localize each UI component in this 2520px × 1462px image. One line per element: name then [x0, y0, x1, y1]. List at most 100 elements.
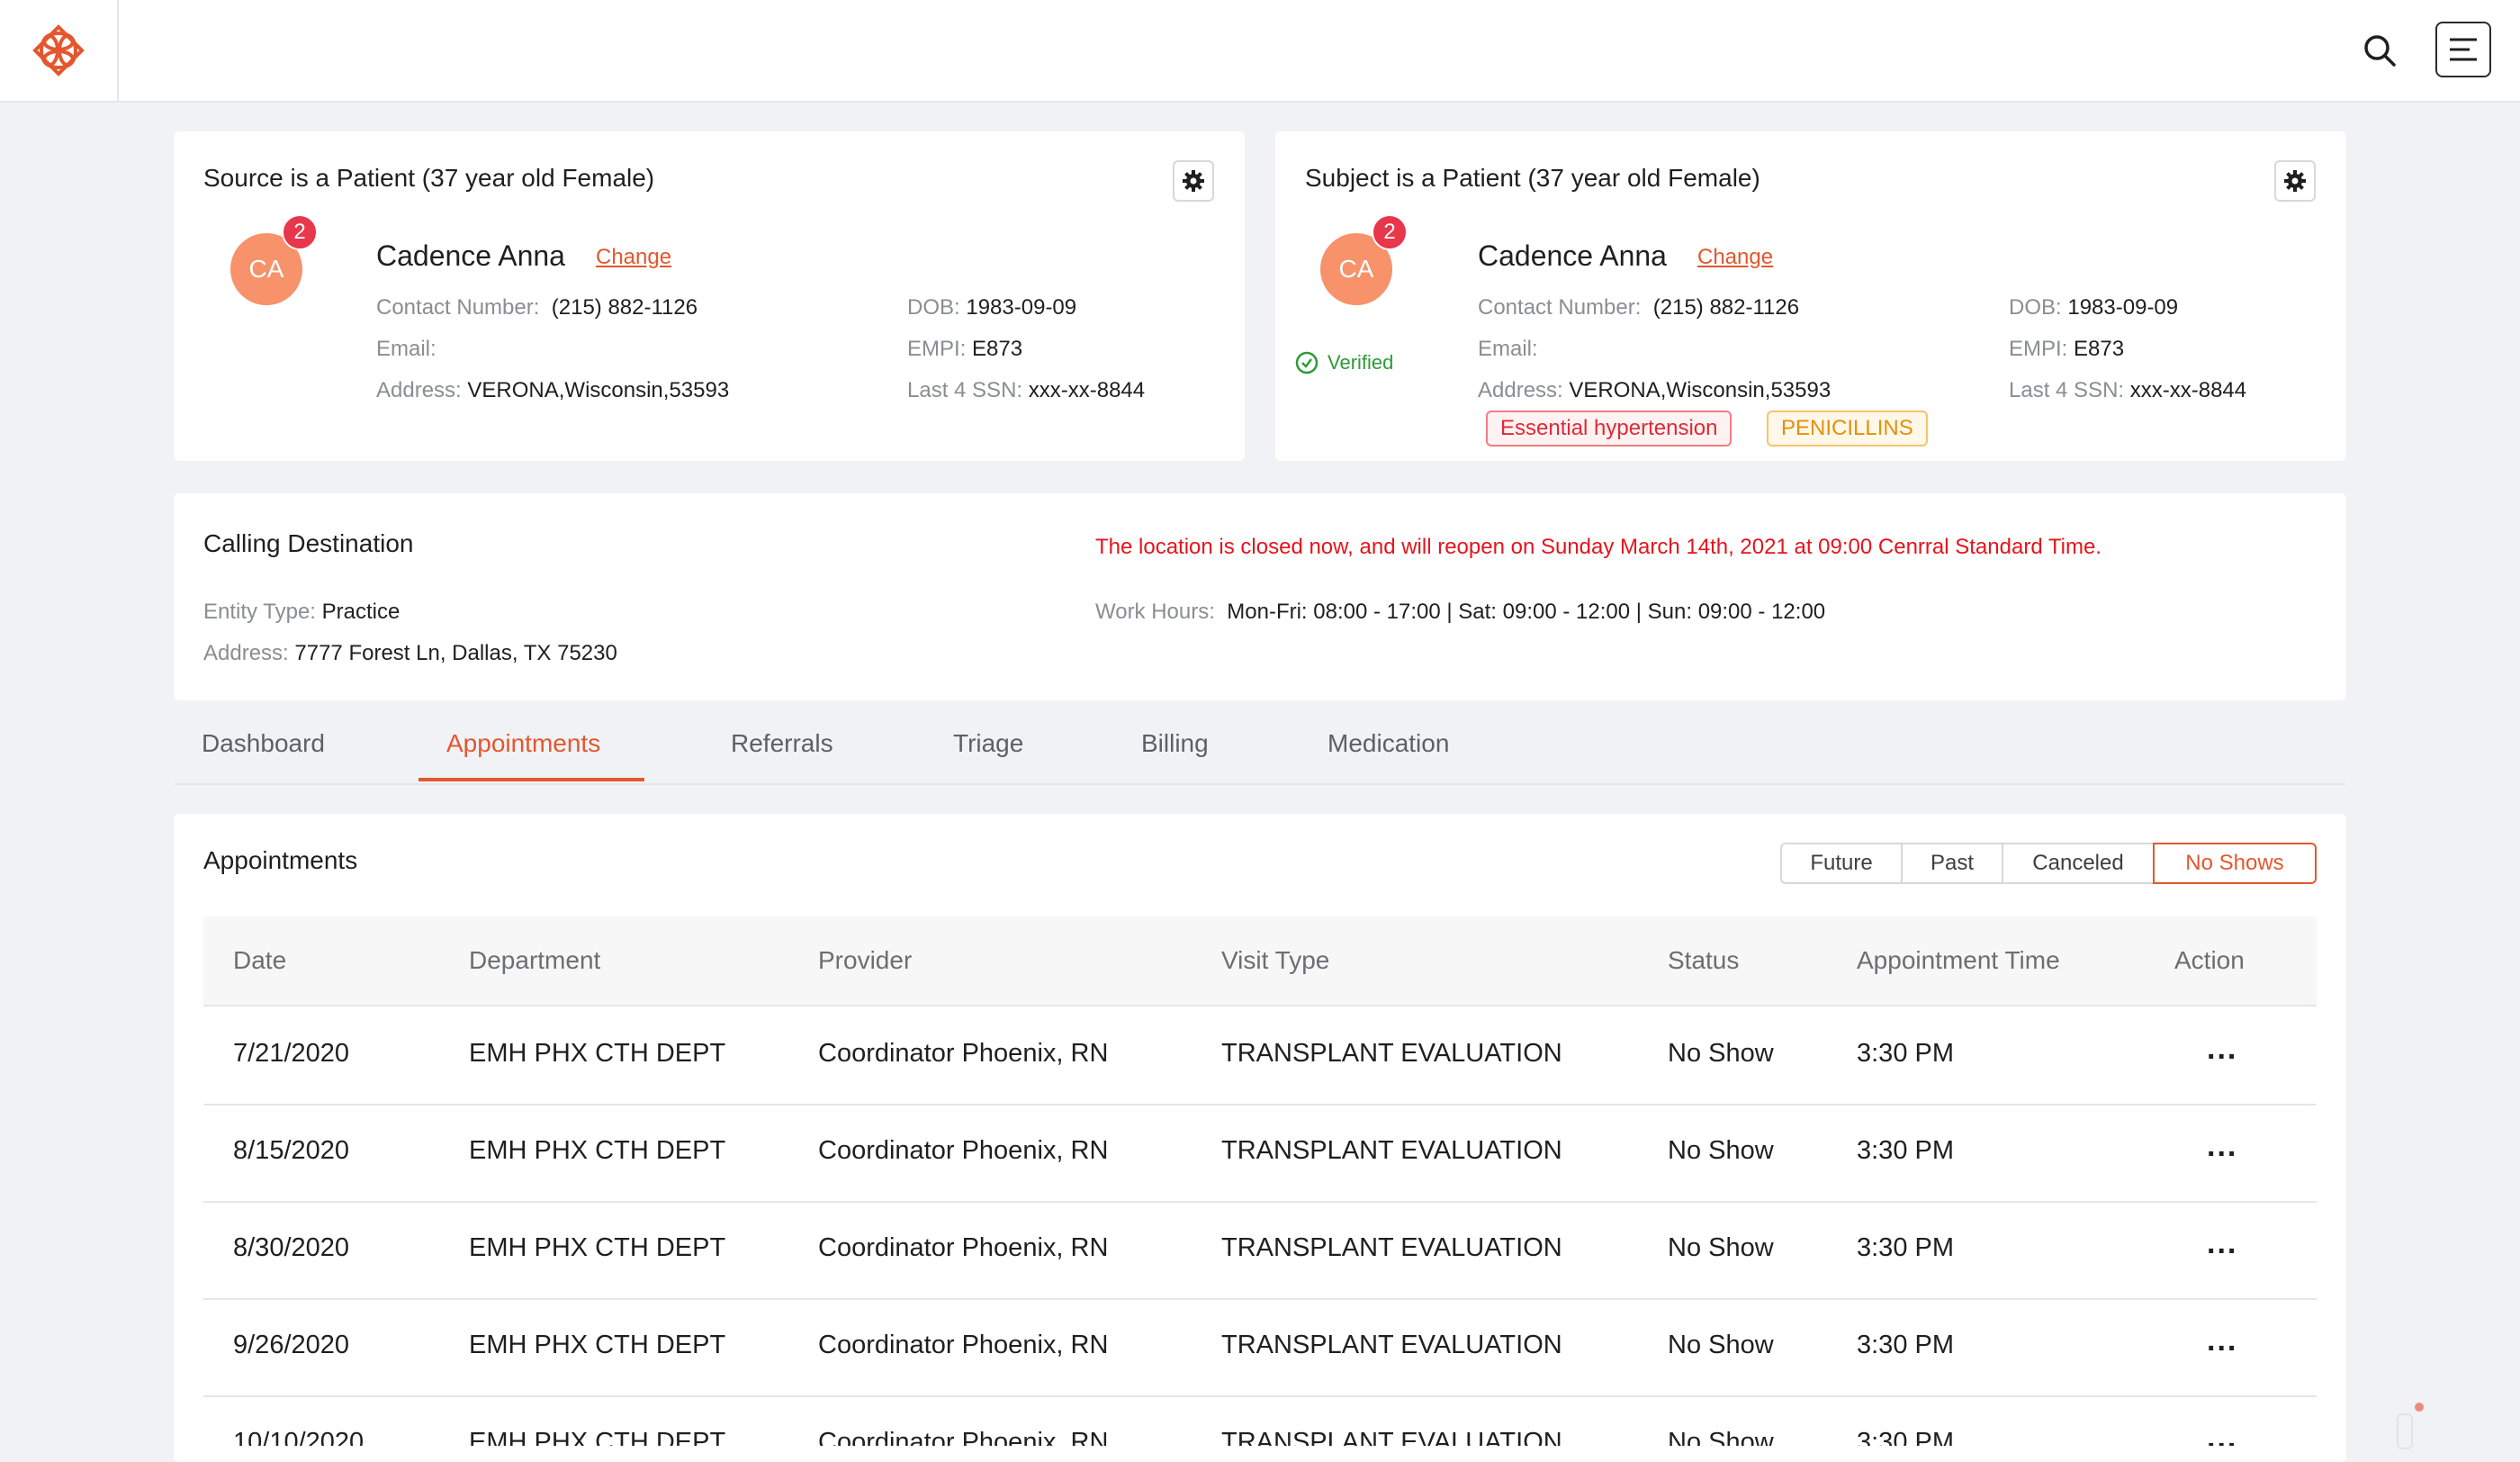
ssn-label: Last 4 SSN:: [907, 378, 1023, 402]
empi-value: E873: [972, 337, 1023, 361]
logo[interactable]: [0, 0, 119, 101]
row-actions-menu[interactable]: ...: [2207, 1129, 2237, 1164]
address-value: VERONA,Wisconsin,53593: [1569, 378, 1832, 402]
contact-number-field: Contact Number: (215) 882-1126: [376, 295, 698, 320]
gear-icon: [2284, 170, 2306, 192]
cell-visit-type: TRANSPLANT EVALUATION: [1221, 1331, 1562, 1359]
destination-address-field: Address: 7777 Forest Ln, Dallas, TX 7523…: [203, 641, 617, 666]
subject-patient-card: Subject is a Patient (37 year old Female…: [1275, 131, 2346, 461]
destination-address-label: Address:: [203, 641, 289, 665]
cell-date: 9/26/2020: [233, 1331, 350, 1359]
source-card-title: Source is a Patient (37 year old Female): [203, 164, 655, 192]
dob-label: DOB:: [2009, 295, 2062, 320]
cell-appointment-time: 3:30 PM: [1857, 1331, 1954, 1359]
table-row[interactable]: 7/21/2020 EMH PHX CTH DEPT Coordinator P…: [203, 1006, 2317, 1106]
search-button[interactable]: [2354, 25, 2405, 76]
email-field: Email:: [376, 337, 436, 362]
cell-appointment-time: 3:30 PM: [1857, 1136, 1954, 1165]
dob-label: DOB:: [907, 295, 960, 320]
tabs-bar: Dashboard Appointments Referrals Triage …: [174, 718, 2346, 785]
column-header-department[interactable]: Department: [469, 946, 600, 975]
column-header-visit-type[interactable]: Visit Type: [1221, 946, 1329, 975]
email-field: Email:: [1478, 337, 1538, 362]
contact-number-label: Contact Number:: [1478, 295, 1642, 320]
cell-provider: Coordinator Phoenix, RN: [818, 1136, 1109, 1165]
column-header-status[interactable]: Status: [1668, 946, 1739, 975]
tab-dashboard[interactable]: Dashboard: [202, 729, 325, 758]
filter-canceled-button[interactable]: Canceled: [2002, 843, 2155, 884]
location-closed-message: The location is closed now, and will reo…: [1095, 535, 2102, 559]
ssn-field: Last 4 SSN: xxx-xx-8844: [907, 378, 1145, 403]
row-actions-menu[interactable]: ...: [2207, 1032, 2237, 1067]
contact-number-value: (215) 882-1126: [1652, 295, 1800, 320]
cell-department: EMH PHX CTH DEPT: [469, 1233, 726, 1262]
calling-destination-card: Calling Destination The location is clos…: [174, 493, 2346, 700]
filter-past-button[interactable]: Past: [1901, 843, 2003, 884]
table-row[interactable]: 9/26/2020 EMH PHX CTH DEPT Coordinator P…: [203, 1298, 2317, 1397]
entity-type-value: Practice: [321, 600, 400, 624]
cell-department: EMH PHX CTH DEPT: [469, 1428, 726, 1446]
filter-no-shows-button[interactable]: No Shows: [2153, 843, 2317, 884]
address-field: Address: VERONA,Wisconsin,53593: [376, 378, 729, 403]
check-circle-icon: [1295, 351, 1318, 375]
patient-name: Cadence Anna: [1478, 239, 1667, 272]
source-patient-card: Source is a Patient (37 year old Female)…: [174, 131, 1245, 461]
cell-date: 7/21/2020: [233, 1039, 350, 1068]
cell-visit-type: TRANSPLANT EVALUATION: [1221, 1233, 1562, 1262]
hamburger-menu-icon: [2450, 38, 2477, 61]
tab-billing[interactable]: Billing: [1141, 729, 1209, 758]
empi-label: EMPI:: [2009, 337, 2068, 361]
column-header-date[interactable]: Date: [233, 946, 286, 975]
search-icon: [2364, 35, 2396, 67]
gear-icon: [1183, 170, 1204, 192]
subject-card-title: Subject is a Patient (37 year old Female…: [1305, 164, 1760, 192]
ssn-label: Last 4 SSN:: [2009, 378, 2125, 402]
column-header-provider[interactable]: Provider: [818, 946, 912, 975]
tab-referrals[interactable]: Referrals: [731, 729, 833, 758]
knot-logo-icon: [32, 24, 85, 77]
email-label: Email:: [376, 337, 436, 361]
cell-status: No Show: [1668, 1136, 1774, 1165]
dob-value: 1983-09-09: [2067, 295, 2179, 320]
allergy-tag[interactable]: PENICILLINS: [1767, 411, 1928, 447]
change-patient-link[interactable]: Change: [596, 245, 671, 270]
tab-medication[interactable]: Medication: [1328, 729, 1449, 758]
filter-future-button[interactable]: Future: [1780, 843, 1903, 884]
column-header-appointment-time[interactable]: Appointment Time: [1857, 946, 2060, 975]
notification-badge: 2: [282, 214, 318, 250]
source-settings-button[interactable]: [1173, 160, 1214, 202]
row-actions-menu[interactable]: ...: [2207, 1226, 2237, 1261]
active-tab-indicator: [418, 778, 644, 781]
empi-field: EMPI: E873: [2009, 337, 2124, 362]
top-bar: [0, 0, 2520, 103]
tab-appointments[interactable]: Appointments: [446, 729, 600, 758]
dob-field: DOB: 1983-09-09: [907, 295, 1076, 320]
row-actions-menu[interactable]: ...: [2207, 1323, 2237, 1358]
cell-department: EMH PHX CTH DEPT: [469, 1039, 726, 1068]
cell-date: 8/30/2020: [233, 1233, 350, 1262]
cell-provider: Coordinator Phoenix, RN: [818, 1233, 1109, 1262]
floating-widget-handle[interactable]: [2397, 1413, 2413, 1449]
contact-number-value: (215) 882-1126: [551, 295, 698, 320]
entity-type-field: Entity Type: Practice: [203, 600, 400, 625]
work-hours-value: Mon-Fri: 08:00 - 17:00 | Sat: 09:00 - 12…: [1227, 600, 1826, 624]
table-row[interactable]: 10/10/2020 EMH PHX CTH DEPT Coordinator …: [203, 1395, 2317, 1446]
change-patient-link[interactable]: Change: [1697, 245, 1773, 270]
address-label: Address:: [1478, 378, 1563, 402]
cell-status: No Show: [1668, 1331, 1774, 1359]
condition-tag[interactable]: Essential hypertension: [1486, 411, 1732, 447]
table-row[interactable]: 8/15/2020 EMH PHX CTH DEPT Coordinator P…: [203, 1104, 2317, 1203]
subject-settings-button[interactable]: [2274, 160, 2316, 202]
ssn-value: xxx-xx-8844: [2129, 378, 2247, 402]
tab-triage[interactable]: Triage: [953, 729, 1023, 758]
verified-label: Verified: [1328, 351, 1394, 374]
cell-visit-type: TRANSPLANT EVALUATION: [1221, 1136, 1562, 1165]
cell-status: No Show: [1668, 1233, 1774, 1262]
cell-status: No Show: [1668, 1428, 1774, 1446]
table-row[interactable]: 8/30/2020 EMH PHX CTH DEPT Coordinator P…: [203, 1201, 2317, 1300]
cell-date: 8/15/2020: [233, 1136, 350, 1165]
patient-name: Cadence Anna: [376, 239, 565, 272]
row-actions-menu[interactable]: ...: [2207, 1421, 2237, 1446]
verified-status: Verified: [1295, 351, 1393, 375]
menu-button[interactable]: [2435, 22, 2491, 77]
